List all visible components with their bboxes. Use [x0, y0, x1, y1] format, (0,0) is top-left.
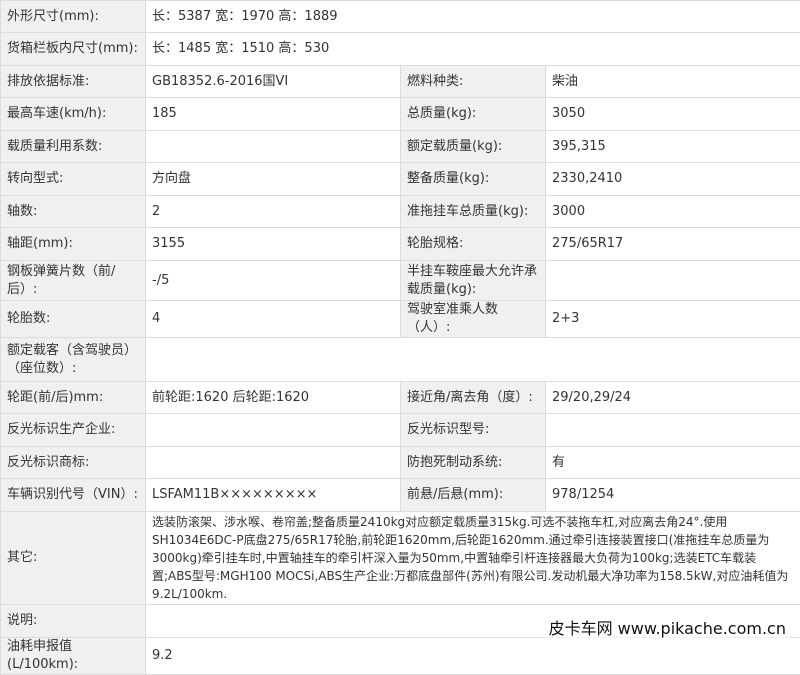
table-row: 其它: 选装防滚架、涉水喉、卷帘盖;整备质量2410kg对应额定载质量315kg…: [1, 512, 800, 605]
label-cell: 前悬/后悬(mm):: [401, 479, 546, 512]
label-cell: 准拖挂车总质量(kg):: [401, 196, 546, 228]
table-row: 排放依据标准: GB18352.6-2016国VI 燃料种类: 柴油: [1, 66, 800, 98]
label-cell: 额定载质量(kg):: [401, 131, 546, 163]
table-row: 货箱栏板内尺寸(mm): 长：1485 宽：1510 高：530: [1, 33, 800, 66]
value-cell: 2+3: [546, 301, 800, 338]
label-cell: 燃料种类:: [401, 66, 546, 98]
value-cell: 选装防滚架、涉水喉、卷帘盖;整备质量2410kg对应额定载质量315kg.可选不…: [146, 512, 800, 605]
value-cell: LSFAM11B×××××××××: [146, 479, 401, 512]
label-cell: 轴距(mm):: [1, 228, 146, 261]
label-cell: 其它:: [1, 512, 146, 605]
value-cell: 978/1254: [546, 479, 800, 512]
label-cell: 钢板弹簧片数（前/后）:: [1, 261, 146, 301]
label-cell: 车辆识别代号（VIN）:: [1, 479, 146, 512]
value-cell: [546, 414, 800, 447]
label-cell: 反光标识商标:: [1, 447, 146, 479]
label-cell: 轴数:: [1, 196, 146, 228]
value-cell: GB18352.6-2016国VI: [146, 66, 401, 98]
value-cell: 有: [546, 447, 800, 479]
table-row: 钢板弹簧片数（前/后）: -/5 半挂车鞍座最大允许承载质量(kg):: [1, 261, 800, 301]
table-row: 载质量利用系数: 额定载质量(kg): 395,315: [1, 131, 800, 163]
label-cell: 排放依据标准:: [1, 66, 146, 98]
value-cell: -/5: [146, 261, 401, 301]
table-row: 反光标识商标: 防抱死制动系统: 有: [1, 447, 800, 479]
value-cell: [146, 414, 401, 447]
value-cell: 275/65R17: [546, 228, 800, 261]
watermark: 皮卡车网 www.pikache.com.cn: [545, 613, 790, 641]
label-cell: 说明:: [1, 605, 146, 638]
table-row: 车辆识别代号（VIN）: LSFAM11B××××××××× 前悬/后悬(mm)…: [1, 479, 800, 512]
value-cell: [146, 338, 800, 382]
value-cell: 3000: [546, 196, 800, 228]
value-cell: 方向盘: [146, 163, 401, 196]
label-cell: 总质量(kg):: [401, 98, 546, 131]
table-row: 轮胎数: 4 驾驶室准乘人数（人）: 2+3: [1, 301, 800, 338]
value-cell: 2330,2410: [546, 163, 800, 196]
value-cell: 9.2: [146, 638, 800, 675]
label-cell: 载质量利用系数:: [1, 131, 146, 163]
table-row: 轮距(前/后)mm: 前轮距:1620 后轮距:1620 接近角/离去角（度）:…: [1, 382, 800, 414]
label-cell: 整备质量(kg):: [401, 163, 546, 196]
value-cell: [146, 447, 401, 479]
label-cell: 防抱死制动系统:: [401, 447, 546, 479]
value-cell: 185: [146, 98, 401, 131]
table-row: 转向型式: 方向盘 整备质量(kg): 2330,2410: [1, 163, 800, 196]
value-cell: 长：5387 宽：1970 高：1889: [146, 1, 800, 33]
value-cell: 3050: [546, 98, 800, 131]
table-row: 反光标识生产企业: 反光标识型号:: [1, 414, 800, 447]
label-cell: 半挂车鞍座最大允许承载质量(kg):: [401, 261, 546, 301]
label-cell: 反光标识生产企业:: [1, 414, 146, 447]
value-cell: 前轮距:1620 后轮距:1620: [146, 382, 401, 414]
value-cell: 3155: [146, 228, 401, 261]
value-cell: 长：1485 宽：1510 高：530: [146, 33, 800, 66]
value-cell: 柴油: [546, 66, 800, 98]
table-row: 外形尺寸(mm): 长：5387 宽：1970 高：1889: [1, 1, 800, 33]
label-cell: 轮距(前/后)mm:: [1, 382, 146, 414]
value-cell: 29/20,29/24: [546, 382, 800, 414]
table-row: 最高车速(km/h): 185 总质量(kg): 3050: [1, 98, 800, 131]
value-cell: 2: [146, 196, 401, 228]
label-cell: 轮胎数:: [1, 301, 146, 338]
label-cell: 货箱栏板内尺寸(mm):: [1, 33, 146, 66]
label-cell: 外形尺寸(mm):: [1, 1, 146, 33]
label-cell: 额定载客（含驾驶员）（座位数）:: [1, 338, 146, 382]
label-cell: 转向型式:: [1, 163, 146, 196]
label-cell: 接近角/离去角（度）:: [401, 382, 546, 414]
value-cell: [146, 131, 401, 163]
value-cell: 395,315: [546, 131, 800, 163]
label-cell: 最高车速(km/h):: [1, 98, 146, 131]
label-cell: 驾驶室准乘人数（人）:: [401, 301, 546, 338]
table-row: 轴距(mm): 3155 轮胎规格: 275/65R17: [1, 228, 800, 261]
table-row: 油耗申报值(L/100km): 9.2: [1, 638, 800, 675]
label-cell: 反光标识型号:: [401, 414, 546, 447]
spec-table: 外形尺寸(mm): 长：5387 宽：1970 高：1889 货箱栏板内尺寸(m…: [0, 0, 800, 675]
value-cell: [546, 261, 800, 301]
label-cell: 油耗申报值(L/100km):: [1, 638, 146, 675]
value-cell: 4: [146, 301, 401, 338]
table-row: 额定载客（含驾驶员）（座位数）:: [1, 338, 800, 382]
label-cell: 轮胎规格:: [401, 228, 546, 261]
table-row: 轴数: 2 准拖挂车总质量(kg): 3000: [1, 196, 800, 228]
